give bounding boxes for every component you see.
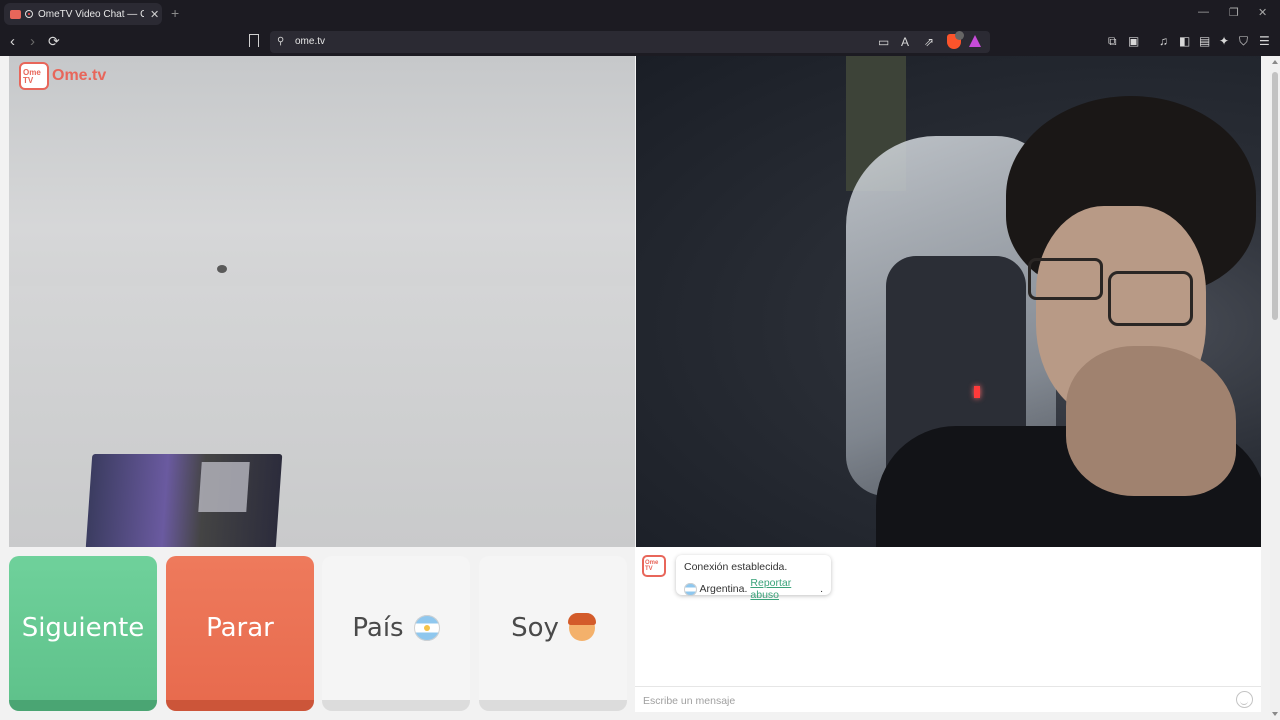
glasses-left-lens	[1028, 258, 1103, 300]
page-scrollbar[interactable]	[1270, 56, 1280, 720]
report-abuse-link[interactable]: Reportar abuso	[750, 577, 820, 601]
recording-indicator-icon	[25, 10, 33, 18]
tv-logo-icon: Ome TV	[19, 62, 49, 90]
youtube-style-favicon-icon	[10, 9, 21, 19]
vpn-icon[interactable]: ⛉	[1239, 34, 1248, 48]
shields-count-badge	[955, 31, 964, 40]
wall-spot	[217, 265, 227, 273]
gender-select-button[interactable]: Soy	[479, 556, 627, 711]
address-bar[interactable]: ⚲ ome.tv ▭ A ⇗	[270, 31, 990, 53]
media-icon[interactable]: ♫	[1159, 34, 1168, 48]
system-message: Conexión establecida. Argentina. Reporta…	[676, 555, 831, 601]
translate-icon[interactable]: A	[901, 35, 909, 49]
wallet-icon[interactable]: ▤	[1199, 34, 1210, 48]
bookmark-icon[interactable]	[249, 34, 259, 47]
tab-close-button[interactable]: ✕	[150, 8, 159, 21]
country-button-label: País	[352, 613, 404, 643]
smiley-icon[interactable]	[1236, 691, 1253, 708]
tab-title: OmeTV Video Chat — Omeg	[38, 8, 144, 20]
close-window-button[interactable]: ✕	[1258, 6, 1267, 19]
menu-icon[interactable]: ☰	[1259, 34, 1270, 48]
gender-button-label: Soy	[511, 613, 559, 643]
reload-button[interactable]: ⟳	[48, 34, 60, 49]
local-video-feed	[9, 56, 635, 547]
navigation-bar: ‹ › ⟳ ⚲ ome.tv ▭ A ⇗ ⧉ ▣ ♫ ◧ ▤ ✦ ⛉ ☰	[0, 28, 1280, 56]
boy-avatar-icon	[567, 613, 596, 641]
forward-button[interactable]: ›	[30, 34, 35, 49]
tab-ometv[interactable]: OmeTV Video Chat — Omeg ✕	[4, 3, 162, 25]
brave-rewards-icon[interactable]	[969, 35, 981, 47]
minimize-button[interactable]: —	[1198, 6, 1209, 18]
scrollbar-thumb[interactable]	[1272, 72, 1278, 320]
new-tab-button[interactable]: +	[171, 5, 179, 21]
argentina-flag-icon	[413, 615, 440, 641]
connected-message: Conexión establecida.	[684, 561, 788, 573]
partner-country-line: Argentina. Reportar abuso.	[684, 577, 823, 601]
message-input-placeholder: Escribe un mensaje	[643, 695, 736, 707]
partner-country: Argentina.	[699, 583, 748, 595]
url-text: ome.tv	[295, 36, 326, 47]
country-filter-button[interactable]: País	[322, 556, 470, 711]
logo-text: Ome.tv	[52, 67, 107, 84]
site-info-icon[interactable]: ⚲	[277, 36, 284, 47]
glasses-right-lens	[1108, 271, 1193, 326]
message-input[interactable]: Escribe un mensaje	[635, 686, 1261, 712]
laptop-in-frame	[85, 454, 283, 547]
cast-icon[interactable]: ▭	[878, 35, 889, 49]
leo-ai-icon[interactable]: ✦	[1219, 34, 1229, 48]
screenshot-icon[interactable]: ▣	[1128, 34, 1139, 48]
next-button-label: Siguiente	[21, 613, 145, 643]
stop-button-label: Parar	[206, 613, 274, 643]
ometv-bot-avatar-icon: Ome TV	[642, 555, 666, 577]
tab-bar: OmeTV Video Chat — Omeg ✕ + — ❐ ✕	[0, 0, 1280, 28]
back-button[interactable]: ‹	[10, 34, 15, 49]
stop-button[interactable]: Parar	[166, 556, 314, 711]
share-icon[interactable]: ⇗	[924, 35, 934, 49]
extensions-icon[interactable]: ⧉	[1108, 34, 1117, 48]
ometv-logo[interactable]: Ome TV Ome.tv	[19, 62, 106, 90]
next-button[interactable]: Siguiente	[9, 556, 157, 711]
argentina-flag-icon	[684, 582, 697, 596]
sidebar-icon[interactable]: ◧	[1179, 34, 1190, 48]
scroll-down-arrow-icon[interactable]	[1272, 712, 1278, 716]
chat-panel: Ome TV Conexión establecida. Argentina. …	[635, 547, 1261, 712]
remote-video-feed	[636, 56, 1261, 547]
scroll-up-arrow-icon[interactable]	[1272, 60, 1278, 64]
person-hand	[1066, 346, 1236, 496]
red-led-light	[974, 386, 980, 398]
restore-button[interactable]: ❐	[1229, 6, 1239, 19]
